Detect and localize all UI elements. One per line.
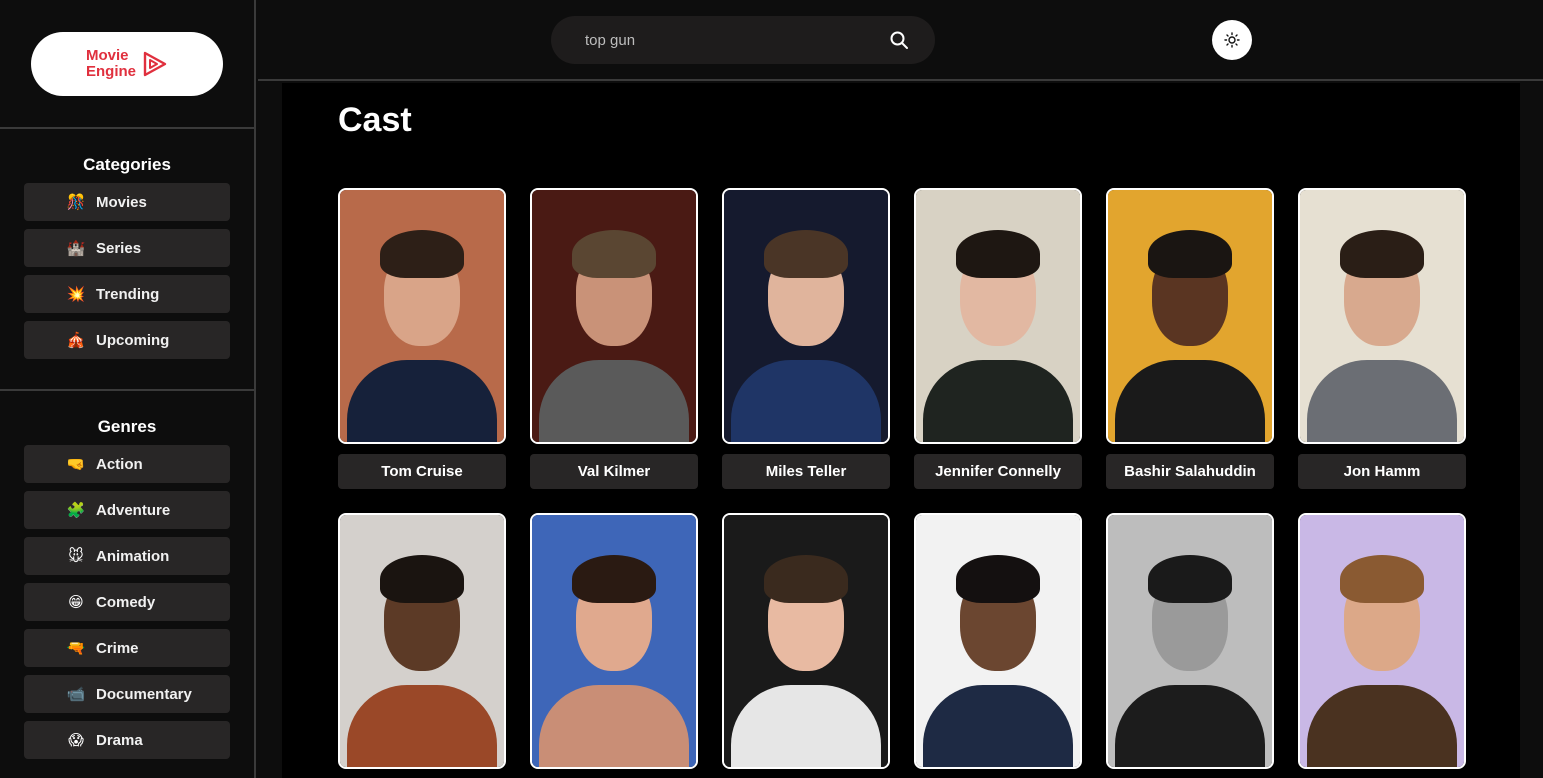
genre-item-label: Documentary (96, 685, 192, 703)
search-icon[interactable] (889, 30, 909, 50)
documentary-icon: 📹 (66, 686, 86, 703)
logo-line-2: Engine (85, 62, 136, 80)
cast-card[interactable] (1298, 513, 1466, 769)
sun-icon (1224, 32, 1240, 48)
cast-card[interactable] (722, 513, 890, 769)
cast-card[interactable]: Val Kilmer (530, 188, 698, 489)
genre-item-label: Action (96, 455, 143, 473)
cast-card[interactable] (914, 513, 1082, 769)
cast-name: Val Kilmer (530, 454, 698, 489)
categories-list: 🎊 Movies 🏰 Series 💥 Trending 🎪 Upcoming (0, 183, 254, 359)
cast-name: Jennifer Connelly (914, 454, 1082, 489)
search-bar (551, 16, 935, 64)
category-item-upcoming[interactable]: 🎪 Upcoming (24, 321, 230, 359)
page-title: Cast (338, 101, 412, 139)
cast-card[interactable] (338, 513, 506, 769)
genre-item-label: Adventure (96, 501, 171, 519)
logo-line-1: Movie (85, 46, 129, 64)
trending-icon: 💥 (66, 286, 86, 303)
cast-card[interactable]: Miles Teller (722, 188, 890, 489)
cast-grid: Tom Cruise Val Kilmer Miles Teller Jennifer… (338, 188, 1468, 769)
genre-item-documentary[interactable]: 📹 Documentary (24, 675, 230, 713)
cast-photo[interactable] (1106, 188, 1274, 444)
drama-icon: 😱 (68, 732, 84, 749)
cast-photo[interactable] (914, 513, 1082, 769)
genres-list: 🤜 Action 🧩 Adventure 🐭 Animation 😁 Comedy 🔫 Crime… (0, 445, 254, 759)
cast-photo[interactable] (722, 188, 890, 444)
logo-area: Movie Engine (0, 0, 254, 129)
cast-photo[interactable] (530, 188, 698, 444)
category-item-label: Movies (96, 193, 147, 211)
genre-item-label: Crime (96, 639, 139, 657)
category-item-series[interactable]: 🏰 Series (24, 229, 230, 267)
cast-photo[interactable] (530, 513, 698, 769)
genre-item-animation[interactable]: 🐭 Animation (24, 537, 230, 575)
cast-card[interactable]: Tom Cruise (338, 188, 506, 489)
genres-title: Genres (97, 417, 157, 436)
genre-item-label: Animation (96, 547, 170, 565)
cast-photo[interactable] (722, 513, 890, 769)
category-item-label: Series (96, 239, 142, 257)
genre-item-crime[interactable]: 🔫 Crime (24, 629, 230, 667)
play-logo-icon (143, 51, 167, 76)
action-icon: 🤜 (66, 456, 86, 473)
cast-photo[interactable] (1298, 188, 1466, 444)
genre-item-label: Comedy (96, 593, 156, 611)
cast-card[interactable] (530, 513, 698, 769)
logo-text: Movie Engine (85, 46, 136, 80)
series-icon: 🏰 (66, 240, 86, 257)
theme-toggle-button[interactable] (1212, 20, 1252, 60)
animation-icon: 🐭 (68, 548, 84, 565)
cast-photo[interactable] (1106, 513, 1274, 769)
genre-item-label: Drama (96, 731, 143, 749)
cast-card[interactable]: Bashir Salahuddin (1106, 188, 1274, 489)
genre-item-adventure[interactable]: 🧩 Adventure (24, 491, 230, 529)
category-item-trending[interactable]: 💥 Trending (24, 275, 230, 313)
category-item-label: Upcoming (96, 331, 170, 349)
movies-icon: 🎊 (66, 194, 86, 211)
cast-name: Jon Hamm (1298, 454, 1466, 489)
cast-photo[interactable] (338, 513, 506, 769)
cast-name: Tom Cruise (338, 454, 506, 489)
category-item-movies[interactable]: 🎊 Movies (24, 183, 230, 221)
categories-section: Categories 🎊 Movies 🏰 Series 💥 Trending 🎪 Upcom… (0, 129, 254, 391)
cast-card[interactable]: Jennifer Connelly (914, 188, 1082, 489)
main-content: Cast Tom Cruise Val Kilmer Miles Teller Jen… (282, 83, 1520, 778)
crime-icon: 🔫 (66, 640, 86, 657)
genres-section: Genres 🤜 Action 🧩 Adventure 🐭 Animation 😁 Comed… (0, 391, 254, 778)
category-item-label: Trending (96, 285, 160, 303)
genre-item-action[interactable]: 🤜 Action (24, 445, 230, 483)
cast-photo[interactable] (1298, 513, 1466, 769)
categories-title: Categories (83, 155, 171, 174)
sidebar: Movie Engine Categories 🎊 Movies 🏰 Series 💥 T… (0, 0, 256, 778)
cast-name: Miles Teller (722, 454, 890, 489)
cast-card[interactable] (1106, 513, 1274, 769)
genre-item-comedy[interactable]: 😁 Comedy (24, 583, 230, 621)
search-input[interactable] (585, 31, 889, 49)
top-bar (258, 0, 1543, 81)
genre-item-drama[interactable]: 😱 Drama (24, 721, 230, 759)
cast-photo[interactable] (914, 188, 1082, 444)
cast-photo[interactable] (338, 188, 506, 444)
comedy-icon: 😁 (68, 594, 84, 611)
cast-name: Bashir Salahuddin (1106, 454, 1274, 489)
cast-card[interactable]: Jon Hamm (1298, 188, 1466, 489)
logo[interactable]: Movie Engine (31, 31, 223, 96)
upcoming-icon: 🎪 (66, 332, 86, 349)
adventure-icon: 🧩 (66, 502, 86, 519)
